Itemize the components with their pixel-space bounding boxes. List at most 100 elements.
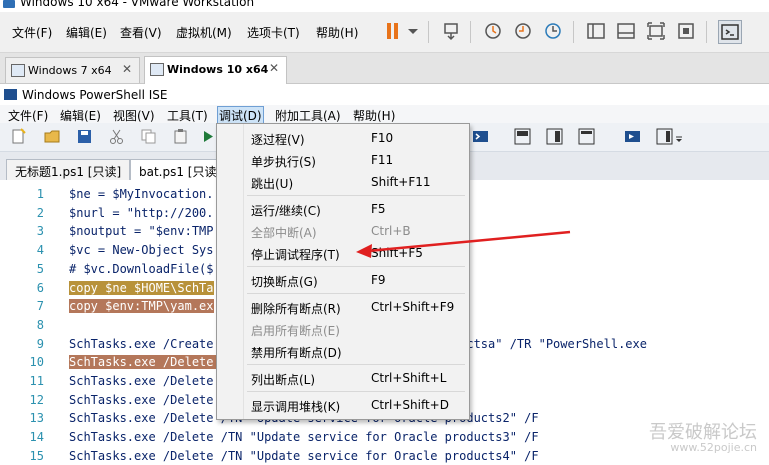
vm-menu-edit[interactable]: 编辑(E) (66, 24, 107, 41)
fullscreen-icon[interactable] (645, 20, 667, 42)
line-number: 3 (36, 224, 44, 239)
debug-menu-item[interactable]: 列出断点(L) Ctrl+Shift+L (217, 371, 467, 389)
ise-menu-tools[interactable]: 工具(T) (167, 107, 208, 124)
menu-item-shortcut: Shift+F5 (371, 246, 423, 260)
menu-item-label: 逐过程(V) (251, 133, 305, 147)
tab-label: Windows 7 x64 (28, 64, 112, 77)
paste-icon[interactable] (172, 128, 189, 145)
line-number: 4 (36, 243, 44, 258)
debug-menu-item[interactable]: 停止调试程序(T) Shift+F5 (217, 246, 467, 264)
menu-item-label: 停止调试程序(T) (251, 248, 340, 262)
debug-menu-item[interactable]: 显示调用堆栈(K) Ctrl+Shift+D (217, 398, 467, 416)
code-line[interactable]: $nurl = "http://200. (69, 206, 214, 220)
code-line[interactable]: copy $env:TMP\yam.ex (69, 299, 214, 314)
vm-menu-file[interactable]: 文件(F) (12, 24, 52, 41)
revert-snapshot-icon[interactable] (512, 20, 534, 42)
console-view-icon[interactable] (718, 20, 742, 44)
vm-menu-view[interactable]: 查看(V) (120, 24, 162, 41)
menu-item-label: 全部中断(A) (251, 226, 317, 240)
tab-untitled[interactable]: 无标题1.ps1 [只读] (6, 159, 130, 181)
sidebar-toggle-icon[interactable] (585, 20, 607, 42)
menu-item-label: 显示调用堆栈(K) (251, 400, 341, 414)
tab-bat[interactable]: bat.ps1 [只读] (130, 159, 222, 181)
tab-windows-10[interactable]: Windows 10 x64 ✕ (144, 56, 287, 84)
ise-menu-help[interactable]: 帮助(H) (353, 107, 395, 124)
new-file-icon[interactable] (10, 128, 27, 145)
menu-separator (247, 293, 465, 294)
code-line[interactable]: SchTasks.exe /Delete /TN "Update service… (69, 449, 539, 463)
code-line[interactable]: $noutput = "$env:TMP (69, 224, 214, 238)
show-script-right-icon[interactable] (546, 128, 563, 145)
snapshot-manager-icon[interactable] (542, 20, 564, 42)
code-line[interactable]: SchTasks.exe /Delete /TN "Update service… (69, 430, 539, 444)
vmware-menu-bar: 文件(F) 编辑(E) 查看(V) 虚拟机(M) 选项卡(T) 帮助(H) (0, 12, 769, 53)
debug-menu-item[interactable]: 运行/继续(C) F5 (217, 202, 467, 220)
vm-menu-tabs[interactable]: 选项卡(T) (247, 24, 300, 41)
ise-menu-view[interactable]: 视图(V) (113, 107, 155, 124)
vm-menu-help[interactable]: 帮助(H) (316, 24, 358, 41)
power-dropdown-icon[interactable] (402, 20, 424, 42)
pause-icon[interactable] (382, 20, 404, 42)
toolbar-overflow-icon[interactable] (674, 128, 684, 145)
menu-item-label: 删除所有断点(R) (251, 302, 341, 316)
tab-windows-7[interactable]: Windows 7 x64 ✕ (5, 57, 140, 83)
ise-window-title: Windows PowerShell ISE (22, 88, 168, 102)
debug-menu-item[interactable]: 禁用所有断点(D) (217, 344, 467, 362)
vmware-tab-bar: Windows 7 x64 ✕ Windows 10 x64 ✕ (0, 53, 769, 84)
open-folder-icon[interactable] (44, 128, 61, 145)
debug-dropdown-menu: 逐过程(V) F10 单步执行(S) F11 跳出(U) Shift+F11 运行/继续(C… (216, 123, 470, 420)
menu-item-label: 禁用所有断点(D) (251, 346, 342, 360)
show-script-top-icon[interactable] (514, 128, 531, 145)
menu-separator (247, 195, 465, 196)
ise-menu-file[interactable]: 文件(F) (8, 107, 48, 124)
tab-label: Windows 10 x64 (167, 63, 269, 76)
vm-icon (150, 63, 164, 76)
menu-item-shortcut: Ctrl+Shift+F9 (371, 300, 455, 314)
debug-menu-item: 全部中断(A) Ctrl+B (217, 224, 467, 242)
cut-icon[interactable] (108, 128, 125, 145)
powershell-tab-icon[interactable] (472, 128, 489, 145)
debug-menu-item[interactable]: 切换断点(G) F9 (217, 273, 467, 291)
line-number: 13 (29, 411, 44, 426)
line-number: 8 (36, 317, 44, 332)
snapshot-icon[interactable] (482, 20, 504, 42)
debug-menu-item[interactable]: 逐过程(V) F10 (217, 131, 467, 149)
line-number: 15 (29, 448, 44, 463)
line-number: 7 (36, 299, 44, 314)
menu-item-shortcut: F5 (371, 202, 386, 216)
menu-item-label: 启用所有断点(E) (251, 324, 340, 338)
menu-item-shortcut: Ctrl+B (371, 224, 411, 238)
show-command-addon-icon[interactable] (656, 128, 673, 145)
code-line[interactable]: # $vc.DownloadFile($ (69, 262, 214, 276)
show-commands-icon[interactable] (624, 128, 641, 145)
save-icon[interactable] (76, 128, 93, 145)
close-icon[interactable]: ✕ (269, 61, 279, 75)
line-number: 9 (36, 336, 44, 351)
run-script-icon[interactable] (200, 128, 217, 145)
unity-icon[interactable] (675, 20, 697, 42)
vmware-title-bar: Windows 10 x64 - VMware Workstation (0, 0, 769, 12)
tab-label: bat.ps1 [只读] (139, 165, 222, 179)
vm-icon (11, 64, 25, 77)
powershell-icon (4, 89, 17, 100)
menu-item-label: 列出断点(L) (251, 373, 316, 387)
menu-item-shortcut: Ctrl+Shift+D (371, 398, 449, 412)
vmware-window-title: Windows 10 x64 - VMware Workstation (20, 0, 255, 9)
menu-separator (247, 391, 465, 392)
ise-menu-edit[interactable]: 编辑(E) (60, 107, 101, 124)
thumbnail-view-icon[interactable] (615, 20, 637, 42)
debug-menu-item: 启用所有断点(E) (217, 322, 467, 340)
close-icon[interactable]: ✕ (122, 62, 132, 76)
code-line[interactable]: $ne = $MyInvocation. (69, 187, 214, 201)
debug-menu-item[interactable]: 跳出(U) Shift+F11 (217, 175, 467, 193)
line-number: 2 (36, 205, 44, 220)
code-line[interactable]: $vc = New-Object Sys (69, 243, 214, 257)
debug-menu-item[interactable]: 单步执行(S) F11 (217, 153, 467, 171)
send-ctrl-alt-del-icon[interactable] (440, 20, 462, 42)
debug-menu-item[interactable]: 删除所有断点(R) Ctrl+Shift+F9 (217, 300, 467, 318)
show-script-maximized-icon[interactable] (578, 128, 595, 145)
vm-menu-vm[interactable]: 虚拟机(M) (176, 24, 232, 41)
ise-menu-addons[interactable]: 附加工具(A) (275, 107, 341, 124)
copy-icon[interactable] (140, 128, 157, 145)
code-line[interactable]: copy $ne $HOME\SchTa (69, 280, 214, 295)
